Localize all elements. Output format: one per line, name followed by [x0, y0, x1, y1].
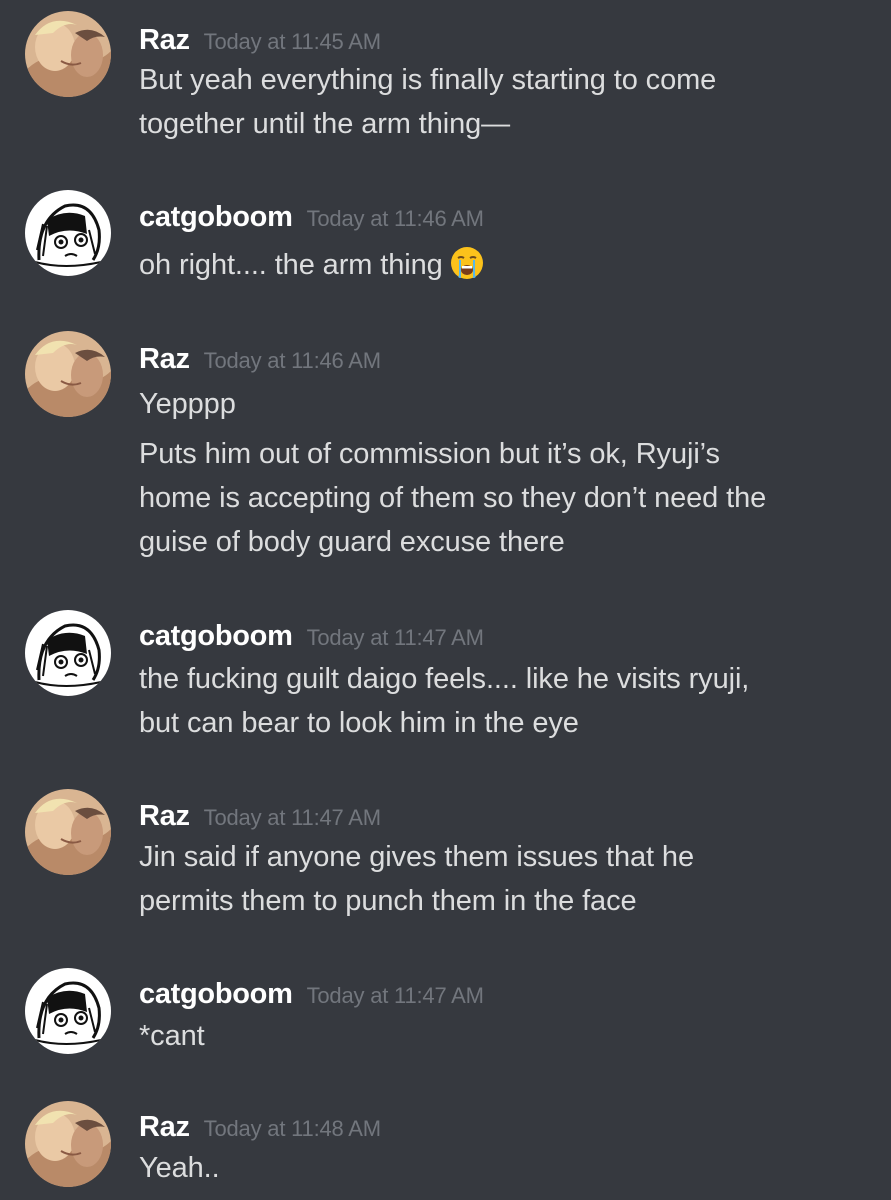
raz-avatar[interactable]: [25, 789, 111, 875]
raz-avatar-icon: [25, 331, 111, 417]
timestamp: Today at 11:45 AM: [203, 29, 381, 54]
catgoboom-avatar[interactable]: [25, 968, 111, 1054]
message-line: *cant: [139, 1020, 205, 1052]
timestamp: Today at 11:47 AM: [306, 983, 484, 1008]
timestamp: Today at 11:48 AM: [203, 1116, 381, 1141]
message-content-followup: Puts him out of commission but it’s ok, …: [139, 432, 869, 564]
username[interactable]: Raz: [139, 800, 190, 832]
message-content: oh right.... the arm thing: [139, 243, 869, 287]
catgoboom-avatar[interactable]: [25, 190, 111, 276]
catgoboom-avatar-icon: [25, 610, 111, 696]
message-line: but can bear to look him in the eye: [139, 707, 579, 739]
message-line: guise of body guard excuse there: [139, 526, 565, 558]
username[interactable]: Raz: [139, 1111, 190, 1143]
message-line: home is accepting of them so they don’t …: [139, 482, 767, 514]
username[interactable]: Raz: [139, 343, 190, 375]
timestamp: Today at 11:47 AM: [306, 625, 484, 650]
message-content: the fucking guilt daigo feels.... like h…: [139, 657, 869, 745]
message-line: But yeah everything is finally starting …: [139, 64, 717, 96]
username[interactable]: Raz: [139, 24, 190, 56]
raz-avatar[interactable]: [25, 11, 111, 97]
message-content: Yepppp: [139, 382, 869, 426]
message-line: permits them to punch them in the face: [139, 885, 637, 917]
username[interactable]: catgoboom: [139, 620, 293, 652]
username[interactable]: catgoboom: [139, 978, 293, 1010]
message-content: But yeah everything is finally starting …: [139, 58, 869, 146]
catgoboom-avatar-icon: [25, 968, 111, 1054]
catgoboom-avatar[interactable]: [25, 610, 111, 696]
message-line: Jin said if anyone gives them issues tha…: [139, 841, 694, 873]
message-line: Yeah..: [139, 1152, 220, 1184]
raz-avatar-icon: [25, 11, 111, 97]
timestamp: Today at 11:47 AM: [203, 805, 381, 830]
timestamp: Today at 11:46 AM: [306, 206, 484, 231]
message-line: Yepppp: [139, 388, 236, 420]
raz-avatar[interactable]: [25, 1101, 111, 1187]
message-content: *cant: [139, 1014, 869, 1058]
catgoboom-avatar-icon: [25, 190, 111, 276]
message-content: Jin said if anyone gives them issues tha…: [139, 835, 869, 923]
raz-avatar-icon: [25, 1101, 111, 1187]
loudly-crying-face-emoji-icon: [449, 245, 485, 281]
message-line-text: oh right.... the arm thing: [139, 249, 443, 281]
message-line: Puts him out of commission but it’s ok, …: [139, 438, 720, 470]
message-content: Yeah..: [139, 1146, 869, 1190]
message-line: the fucking guilt daigo feels.... like h…: [139, 663, 750, 695]
message-line: oh right.... the arm thing: [139, 243, 869, 287]
raz-avatar-icon: [25, 789, 111, 875]
message-line: together until the arm thing—: [139, 108, 511, 140]
raz-avatar[interactable]: [25, 331, 111, 417]
username[interactable]: catgoboom: [139, 201, 293, 233]
timestamp: Today at 11:46 AM: [203, 348, 381, 373]
